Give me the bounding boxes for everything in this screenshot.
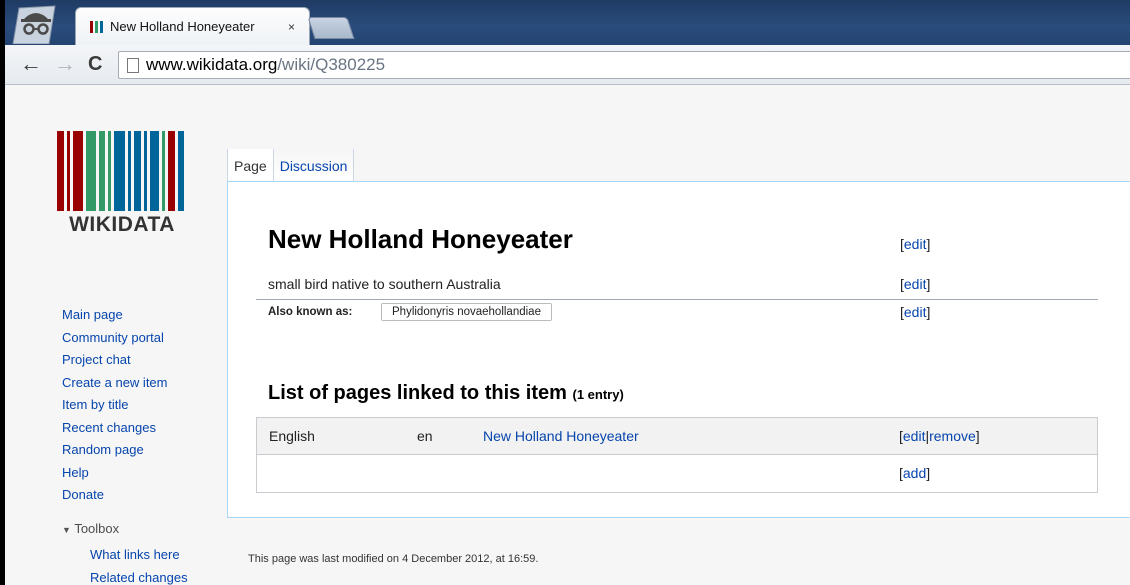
sidebar-item-community-portal[interactable]: Community portal <box>62 327 168 350</box>
toolbox-list: What links here Related changes <box>90 544 188 585</box>
sidebar-item-main-page[interactable]: Main page <box>62 304 168 327</box>
back-arrow-icon[interactable]: ← <box>20 53 42 75</box>
sitelinks-count: (1 entry) <box>572 387 624 402</box>
aliases-label: Also known as: <box>268 306 353 318</box>
item-description: small bird native to southern Australia <box>268 276 501 292</box>
sidebar-item-recent-changes[interactable]: Recent changes <box>62 417 168 440</box>
content-area: New Holland Honeyeater [edit] small bird… <box>227 181 1130 518</box>
toolbox-toggle[interactable]: ▼ Toolbox <box>62 521 119 536</box>
toolbox-label: Toolbox <box>74 521 120 536</box>
toolbox-item-what-links-here[interactable]: What links here <box>90 544 188 567</box>
aliases-edit-link: [edit] <box>900 304 931 320</box>
url-host: www.wikidata.org <box>146 55 278 74</box>
sitelink-language: English <box>269 428 315 444</box>
toolbox-item-related-changes[interactable]: Related changes <box>90 567 188 585</box>
sidebar-item-project-chat[interactable]: Project chat <box>62 349 168 372</box>
tab-discussion[interactable]: Discussion <box>273 149 355 182</box>
forward-arrow-icon[interactable]: → <box>54 53 76 75</box>
sidebar-item-random-page[interactable]: Random page <box>62 439 168 462</box>
item-label-heading: New Holland Honeyeater <box>268 224 573 254</box>
new-tab-button[interactable] <box>307 17 355 39</box>
reload-icon[interactable]: C <box>88 53 102 75</box>
wikidata-favicon-icon <box>90 20 103 33</box>
tab-page[interactable]: Page <box>227 149 274 182</box>
triangle-down-icon: ▼ <box>62 525 71 535</box>
aliases-edit-button[interactable]: edit <box>904 304 927 320</box>
sitelinks-heading: List of pages linked to this item (1 ent… <box>268 382 624 404</box>
sidebar-item-item-by-title[interactable]: Item by title <box>62 394 168 417</box>
footer-last-modified: This page was last modified on 4 Decembe… <box>248 553 539 565</box>
label-edit-button[interactable]: edit <box>904 236 927 252</box>
label-edit-link: [edit] <box>900 236 931 252</box>
incognito-icon <box>12 5 56 44</box>
table-row: English en New Holland Honeyeater [edit|… <box>257 418 1097 455</box>
description-edit-button[interactable]: edit <box>904 276 927 292</box>
divider <box>256 299 1098 300</box>
sidebar-navigation: Main page Community portal Project chat … <box>62 304 168 507</box>
address-bar[interactable]: www.wikidata.org/wiki/Q380225 <box>118 51 1130 79</box>
sitelink-code: en <box>417 428 433 444</box>
wiki-page: WIKIDATA Main page Community portal Proj… <box>5 86 1130 585</box>
description-edit-link: [edit] <box>900 276 931 292</box>
tab-strip: New Holland Honeyeater × <box>5 0 1130 45</box>
sitelink-edit-button[interactable]: edit <box>903 428 926 444</box>
sidebar-item-create-new-item[interactable]: Create a new item <box>62 372 168 395</box>
logo-wordmark: WIKIDATA <box>69 213 175 236</box>
tab-close-icon[interactable]: × <box>288 20 295 34</box>
sitelink-actions: [edit|remove] <box>899 428 980 444</box>
sitelink-title-link[interactable]: New Holland Honeyeater <box>483 428 639 444</box>
browser-tab-active[interactable]: New Holland Honeyeater × <box>75 7 310 45</box>
url-path: /wiki/Q380225 <box>277 55 386 74</box>
wikidata-logo[interactable]: WIKIDATA <box>57 131 187 241</box>
page-icon <box>127 57 139 73</box>
sitelinks-table: English en New Holland Honeyeater [edit|… <box>256 417 1098 493</box>
sidebar-item-help[interactable]: Help <box>62 462 168 485</box>
sitelink-add: [add] <box>899 465 931 481</box>
sidebar-item-donate[interactable]: Donate <box>62 484 168 507</box>
table-row-add: [add] <box>257 455 1097 492</box>
browser-window: New Holland Honeyeater × ← → C www.wikid… <box>5 0 1130 585</box>
sitelink-add-button[interactable]: add <box>903 465 926 481</box>
sitelink-remove-button[interactable]: remove <box>929 428 976 444</box>
barcode-logo-icon <box>57 131 184 211</box>
tab-title: New Holland Honeyeater <box>110 19 255 34</box>
alias-chip: Phylidonyris novaehollandiae <box>381 303 552 321</box>
page-tabs: Page Discussion <box>227 149 355 182</box>
browser-toolbar: ← → C www.wikidata.org/wiki/Q380225 <box>5 45 1130 85</box>
